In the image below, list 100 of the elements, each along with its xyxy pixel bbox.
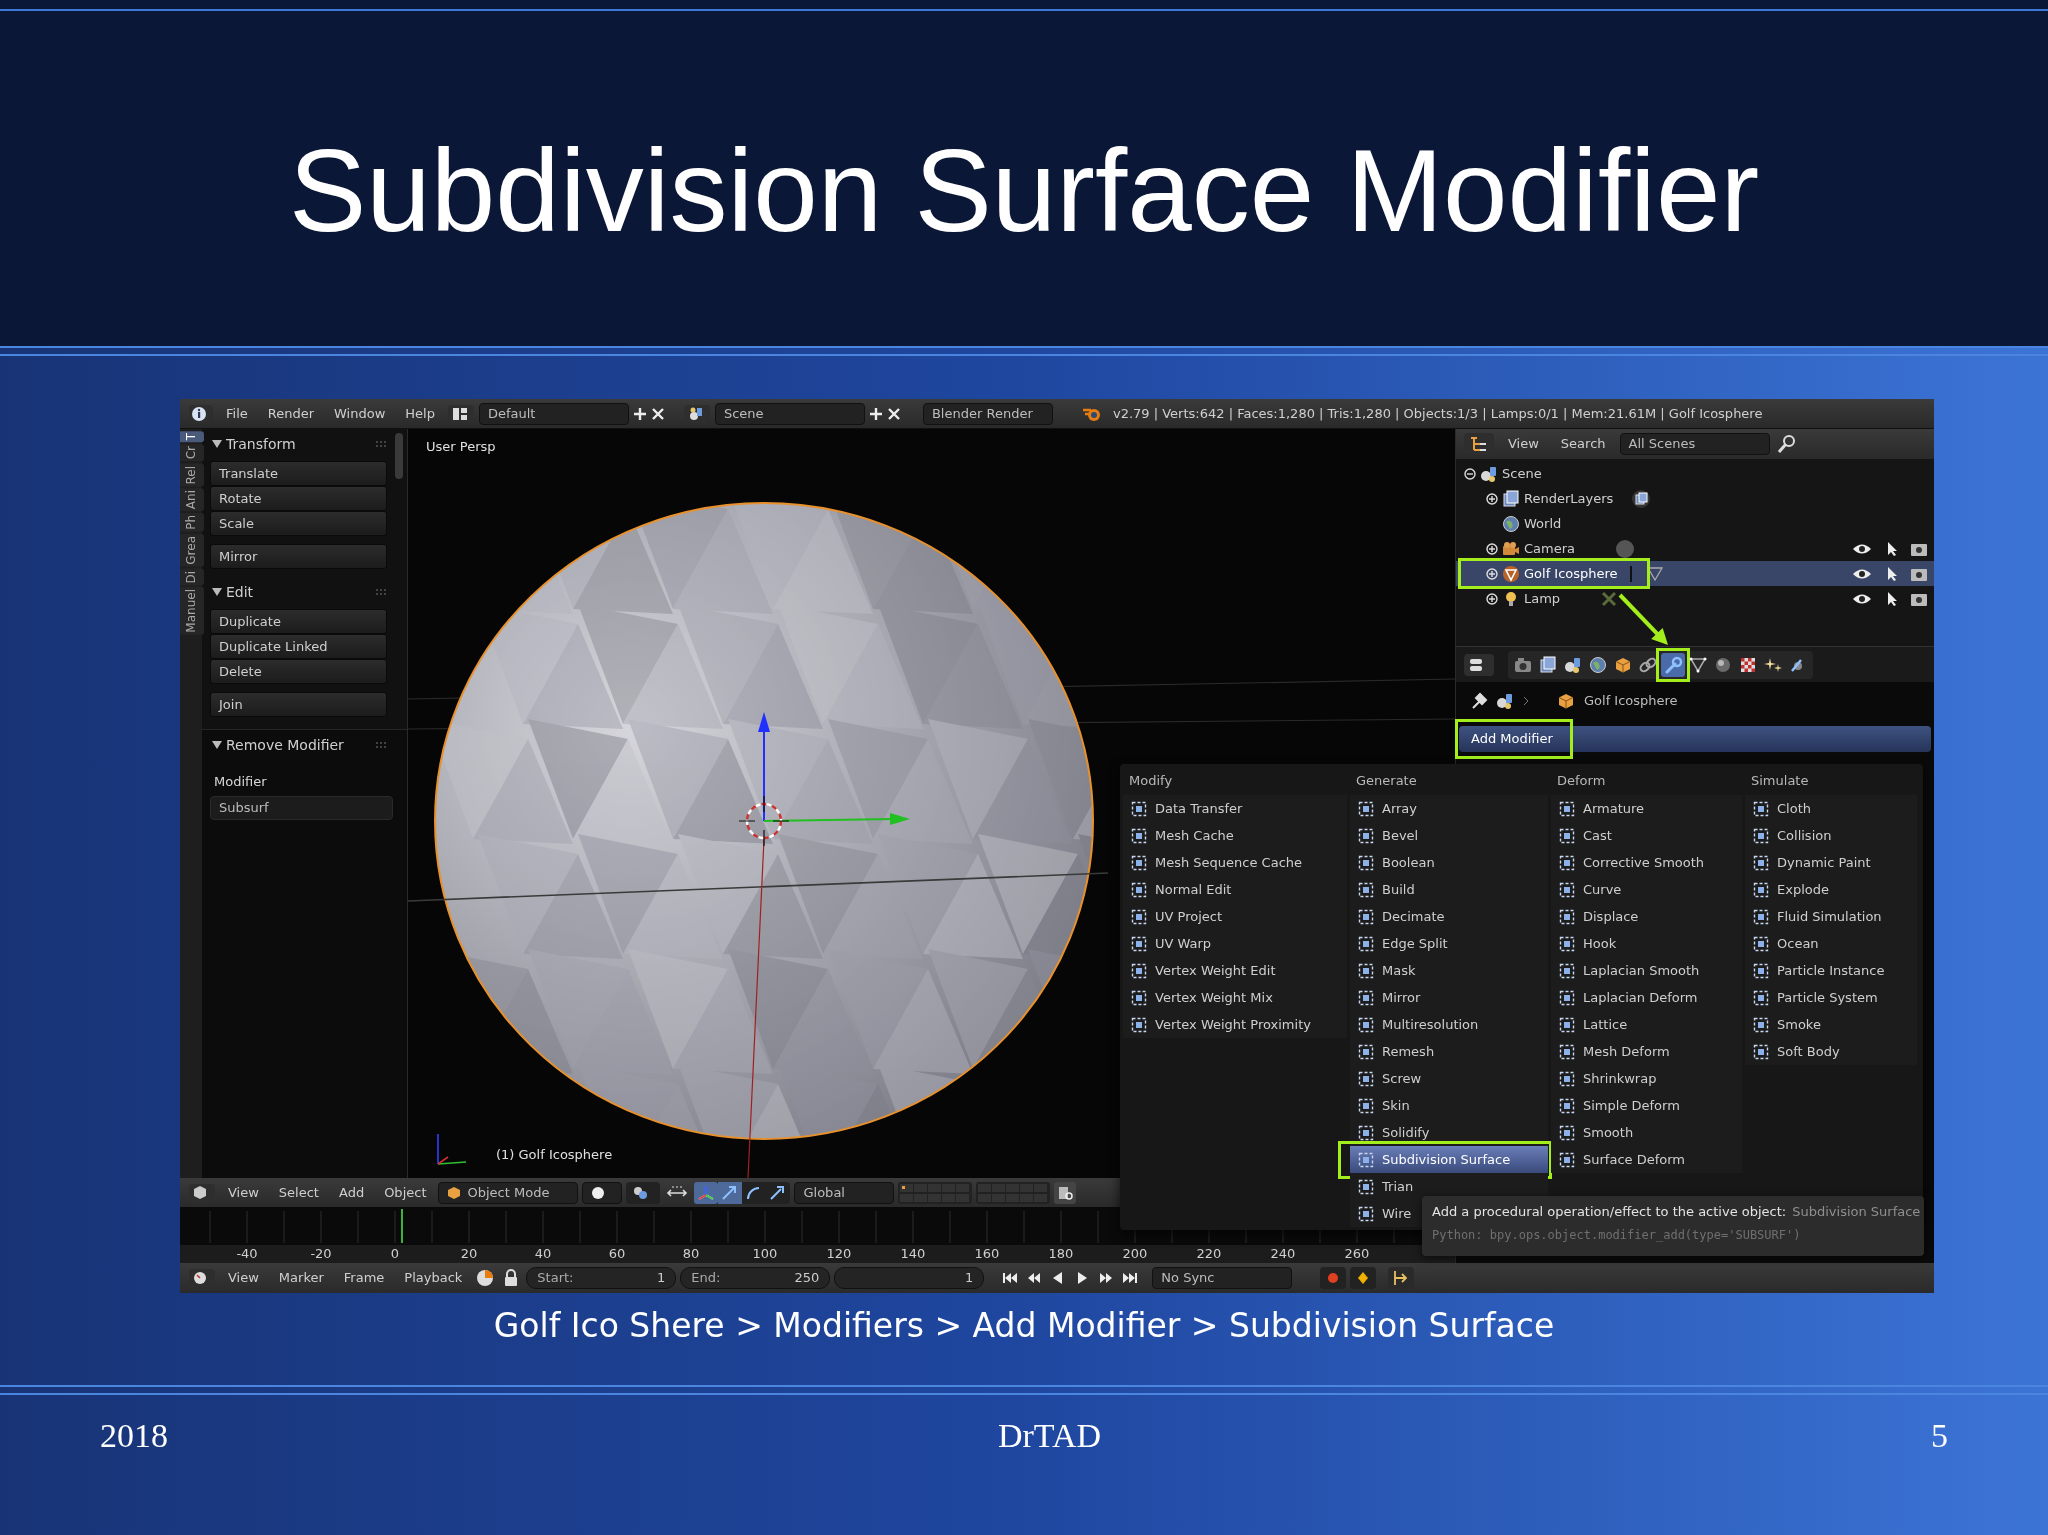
menu-item[interactable]: Explode	[1745, 876, 1917, 903]
render-icon[interactable]	[1054, 1181, 1077, 1204]
scrollbar[interactable]	[395, 433, 403, 479]
engine-dropdown[interactable]: Blender Render	[922, 402, 1053, 425]
disclosure-triangle-icon[interactable]	[212, 439, 222, 449]
collapse-icon[interactable]	[1464, 467, 1476, 480]
orientation-dropdown[interactable]: Global	[794, 1181, 895, 1204]
current-frame-line[interactable]	[400, 1207, 404, 1243]
mode-dropdown[interactable]: Object Mode	[438, 1181, 579, 1204]
tool-button[interactable]: Join	[210, 692, 387, 717]
panel-tab[interactable]: Grea	[180, 534, 204, 567]
menu-item[interactable]: Frame	[335, 1268, 393, 1288]
end-field[interactable]: End: 250	[680, 1267, 831, 1289]
menu-item[interactable]: Ocean	[1745, 930, 1917, 957]
menu-item[interactable]: Remesh	[1350, 1038, 1548, 1065]
panel-tab[interactable]: Manuel	[180, 587, 204, 636]
menu-item[interactable]: Curve	[1551, 876, 1742, 903]
tool-button[interactable]: Rotate	[210, 486, 387, 511]
tree-item[interactable]: RenderLayers	[1524, 488, 1614, 509]
tool-button[interactable]: Scale	[210, 511, 387, 536]
tool-button[interactable]: Delete	[210, 659, 387, 684]
menu-item[interactable]: Laplacian Deform	[1551, 984, 1742, 1011]
menu-item[interactable]: Decimate	[1350, 903, 1548, 930]
panel-title[interactable]: Transform	[226, 433, 296, 455]
menu-item[interactable]: Trian	[1350, 1173, 1548, 1200]
menu-item[interactable]: Shrinkwrap	[1551, 1065, 1742, 1092]
tree-item[interactable]: Camera	[1524, 538, 1576, 559]
pin-icon[interactable]	[1470, 692, 1488, 710]
menu-item[interactable]: Object	[376, 1182, 435, 1203]
menu-item[interactable]: View	[220, 1182, 267, 1203]
menu-item[interactable]: Particle Instance	[1745, 957, 1917, 984]
menu-item[interactable]: Skin	[1350, 1092, 1548, 1119]
panel-tab[interactable]: Rel	[180, 463, 204, 487]
layout-field[interactable]: Default	[478, 402, 629, 425]
menu-item[interactable]: Vertex Weight Mix	[1123, 984, 1347, 1011]
menu-item[interactable]: Subdivision Surface	[1350, 1146, 1548, 1173]
menu-item[interactable]: Collision	[1745, 822, 1917, 849]
menu-item[interactable]: Select	[270, 1182, 327, 1203]
menu-item[interactable]: Armature	[1551, 795, 1742, 822]
menu-item[interactable]: Mesh Sequence Cache	[1123, 849, 1347, 876]
tree-item[interactable]: Lamp	[1524, 588, 1561, 609]
plus-icon[interactable]	[632, 406, 647, 421]
menu-item[interactable]: Displace	[1551, 903, 1742, 930]
menu-item[interactable]: Playback	[396, 1268, 471, 1288]
menu-item[interactable]: Lattice	[1551, 1011, 1742, 1038]
menu-item[interactable]: Hook	[1551, 930, 1742, 957]
expand-icon[interactable]	[1486, 592, 1498, 605]
add-modifier-button[interactable]: Add Modifier	[1459, 726, 1931, 752]
menu-item[interactable]: Window	[326, 403, 394, 424]
menu-item[interactable]: Mesh Cache	[1123, 822, 1347, 849]
filter-dropdown[interactable]: All Scenes	[1619, 433, 1770, 455]
panel-tab[interactable]: Cr	[180, 444, 204, 462]
menu-item[interactable]: Marker	[270, 1268, 332, 1288]
start-field[interactable]: Start: 1	[526, 1267, 677, 1289]
menu-item[interactable]: Boolean	[1350, 849, 1548, 876]
editor-type-icon[interactable]	[1464, 653, 1494, 676]
expand-icon[interactable]	[1486, 542, 1498, 555]
panel-title[interactable]: Edit	[226, 581, 254, 603]
menu-item[interactable]: Render	[259, 403, 323, 424]
scene-field[interactable]: Scene	[714, 402, 865, 425]
y-axis-arrow[interactable]	[763, 813, 910, 825]
menu-item[interactable]: Mirror	[1350, 984, 1548, 1011]
menu-item[interactable]: Particle System	[1745, 984, 1917, 1011]
menu-item[interactable]: Smoke	[1745, 1011, 1917, 1038]
menu-item[interactable]: Cloth	[1745, 795, 1917, 822]
z-axis-arrow[interactable]	[758, 712, 770, 822]
axes-icon[interactable]	[694, 1181, 719, 1204]
panel-tab[interactable]: Ani	[180, 488, 204, 512]
frame-field[interactable]: 1	[834, 1267, 985, 1289]
close-icon[interactable]	[650, 406, 665, 421]
shading-dropdown[interactable]	[582, 1181, 623, 1204]
menu-item[interactable]: Normal Edit	[1123, 876, 1347, 903]
properties-tab[interactable]	[1661, 652, 1685, 677]
grip-icon[interactable]	[375, 440, 387, 448]
panel-tab[interactable]: Di	[180, 568, 204, 586]
menu-item[interactable]: View	[1500, 434, 1547, 454]
menu-item[interactable]: Simple Deform	[1551, 1092, 1742, 1119]
expand-icon[interactable]	[1486, 492, 1498, 505]
sync-dropdown[interactable]: No Sync	[1152, 1267, 1293, 1289]
menu-item[interactable]: UV Warp	[1123, 930, 1347, 957]
disclosure-triangle-icon[interactable]	[212, 587, 222, 597]
menu-item[interactable]: Help	[397, 403, 443, 424]
menu-item[interactable]: Vertex Weight Edit	[1123, 957, 1347, 984]
grip-icon[interactable]	[375, 588, 387, 596]
selected-row[interactable]: Golf Icosphere	[1456, 561, 1934, 586]
tool-button[interactable]: Duplicate Linked	[210, 634, 387, 659]
modifier-field[interactable]: Subsurf	[210, 795, 393, 820]
menu-item[interactable]: Corrective Smooth	[1551, 849, 1742, 876]
menu-item[interactable]: Add	[330, 1182, 373, 1203]
menu-item[interactable]: Fluid Simulation	[1745, 903, 1917, 930]
search-icon[interactable]	[1775, 433, 1798, 455]
menu-item[interactable]: Array	[1350, 795, 1548, 822]
grip-icon[interactable]	[375, 741, 387, 749]
menu-item[interactable]: UV Project	[1123, 903, 1347, 930]
menu-item[interactable]: Screw	[1350, 1065, 1548, 1092]
menu-item[interactable]: View	[220, 1268, 267, 1288]
tree-item[interactable]: World	[1524, 513, 1562, 534]
tool-button[interactable]: Duplicate	[210, 609, 387, 634]
menu-item[interactable]: Multiresolution	[1350, 1011, 1548, 1038]
tool-button[interactable]: Translate	[210, 461, 387, 486]
